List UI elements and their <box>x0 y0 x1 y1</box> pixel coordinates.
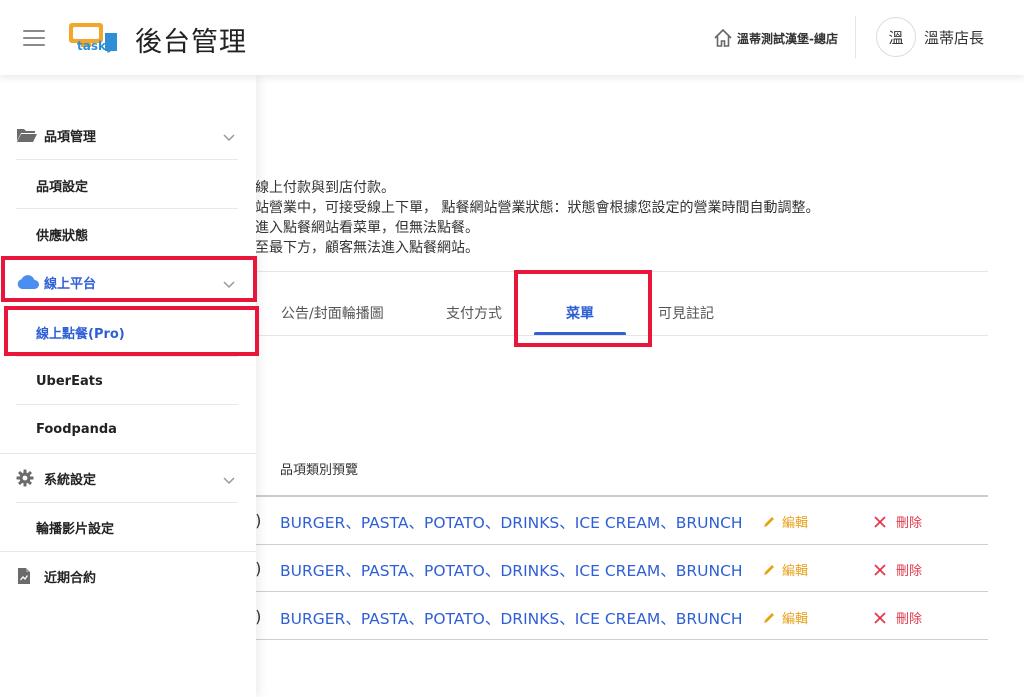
edit-button[interactable]: 編輯 <box>762 560 808 579</box>
sidebar-item-item-management[interactable]: 品項管理 <box>0 123 256 147</box>
edit-label: 編輯 <box>782 564 809 579</box>
sidebar-divider <box>16 159 238 160</box>
table-row-divider <box>256 544 988 545</box>
table-row-divider <box>256 639 988 640</box>
pencil-icon <box>764 564 774 575</box>
sidebar-item-label: 輪播影片設定 <box>36 521 115 537</box>
sidebar-divider <box>0 551 256 552</box>
hamburger-menu-icon[interactable] <box>23 30 45 46</box>
description-line: 進入點餐網站看菜單，但無法點餐。 <box>255 220 479 236</box>
header-divider <box>855 16 856 58</box>
sidebar-item-carousel-video-settings[interactable]: 輪播影片設定 <box>0 515 256 539</box>
top-header: tasky 後台管理 溫蒂測試漢堡-總店 溫 溫蒂店長 <box>0 0 1024 75</box>
sidebar-item-foodpanda[interactable]: Foodpanda <box>0 417 256 441</box>
sidebar-item-online-platform[interactable]: 線上平台 <box>0 270 256 294</box>
row-category-preview[interactable]: BURGER、PASTA、POTATO、DRINKS、ICE CREAM、BRU… <box>280 559 743 581</box>
pencil-icon <box>764 612 774 623</box>
tabs-divider-bottom <box>256 335 988 336</box>
user-name[interactable]: 溫蒂店長 <box>924 27 984 48</box>
close-icon <box>874 563 886 576</box>
chevron-down-icon <box>223 278 235 289</box>
edit-label: 編輯 <box>782 612 809 627</box>
tasky-logo[interactable]: tasky <box>67 21 121 53</box>
app-title: 後台管理 <box>135 27 247 58</box>
tab-menu[interactable]: 菜單 <box>566 303 594 323</box>
logo-text: tasky <box>77 39 114 53</box>
home-icon <box>714 28 732 47</box>
tabs-divider-top <box>256 271 988 272</box>
sidebar-item-label: 系統設定 <box>44 472 97 488</box>
sidebar-divider <box>16 208 238 209</box>
sidebar-divider <box>16 502 238 503</box>
row-category-preview[interactable]: BURGER、PASTA、POTATO、DRINKS、ICE CREAM、BRU… <box>280 511 743 533</box>
avatar[interactable]: 溫 <box>876 17 916 57</box>
close-icon <box>874 611 886 624</box>
sidebar-item-label: Foodpanda <box>36 421 117 437</box>
pencil-icon <box>764 516 774 527</box>
edit-button[interactable]: 編輯 <box>762 512 808 531</box>
contract-icon <box>16 567 40 585</box>
sidebar-item-label: 近期合約 <box>44 570 97 586</box>
delete-button[interactable]: 刪除 <box>874 512 922 531</box>
close-icon <box>874 515 886 528</box>
sidebar-item-recent-contracts[interactable]: 近期合約 <box>0 564 256 588</box>
gear-icon <box>16 469 40 487</box>
sidebar: 品項管理 品項設定 供應狀態 線上平台 線上點餐(Pro) UberEats F… <box>0 75 256 697</box>
table-header-divider <box>256 495 988 497</box>
sidebar-divider <box>0 453 256 454</box>
table-row-divider <box>256 591 988 592</box>
sidebar-item-label: 品項設定 <box>36 179 89 195</box>
store-name: 溫蒂測試漢堡-總店 <box>737 31 838 46</box>
store-selector[interactable]: 溫蒂測試漢堡-總店 <box>713 27 838 49</box>
delete-label: 刪除 <box>896 516 923 531</box>
sidebar-item-label: 線上點餐(Pro) <box>36 326 125 342</box>
description-line: 線上付款與到店付款。 <box>255 180 395 196</box>
sidebar-item-label: UberEats <box>36 373 103 389</box>
tab-payment-methods[interactable]: 支付方式 <box>446 303 502 323</box>
edit-button[interactable]: 編輯 <box>762 608 808 627</box>
delete-button[interactable]: 刪除 <box>874 560 922 579</box>
sidebar-item-label: 品項管理 <box>44 129 97 145</box>
cloud-icon <box>16 273 40 291</box>
delete-label: 刪除 <box>896 564 923 579</box>
sidebar-divider <box>16 404 238 405</box>
sidebar-item-label: 線上平台 <box>44 276 97 292</box>
edit-label: 編輯 <box>782 516 809 531</box>
delete-label: 刪除 <box>896 612 923 627</box>
chevron-down-icon <box>223 474 235 485</box>
row-category-preview[interactable]: BURGER、PASTA、POTATO、DRINKS、ICE CREAM、BRU… <box>280 607 743 629</box>
chevron-down-icon <box>223 131 235 142</box>
sidebar-item-item-settings[interactable]: 品項設定 <box>0 173 256 197</box>
tab-visible-notes[interactable]: 可見註記 <box>658 303 714 323</box>
description-line: 站營業中，可接受線上下單， 點餐網站營業狀態：狀態會根據您設定的營業時間自動調整… <box>255 200 820 216</box>
delete-button[interactable]: 刪除 <box>874 608 922 627</box>
sidebar-item-system-settings[interactable]: 系統設定 <box>0 466 256 490</box>
sidebar-item-label: 供應狀態 <box>36 228 89 244</box>
sidebar-divider <box>16 356 238 357</box>
sidebar-item-supply-status[interactable]: 供應狀態 <box>0 222 256 246</box>
tab-announcement-carousel[interactable]: 公告/封面輪播圖 <box>281 303 384 323</box>
column-header-category-preview: 品項類別預覽 <box>280 463 359 478</box>
folder-open-icon <box>16 126 40 144</box>
sidebar-item-online-ordering-pro[interactable]: 線上點餐(Pro) <box>0 320 256 344</box>
description-line: 至最下方，顧客無法進入點餐網站。 <box>255 240 479 256</box>
sidebar-item-ubereats[interactable]: UberEats <box>0 369 256 393</box>
